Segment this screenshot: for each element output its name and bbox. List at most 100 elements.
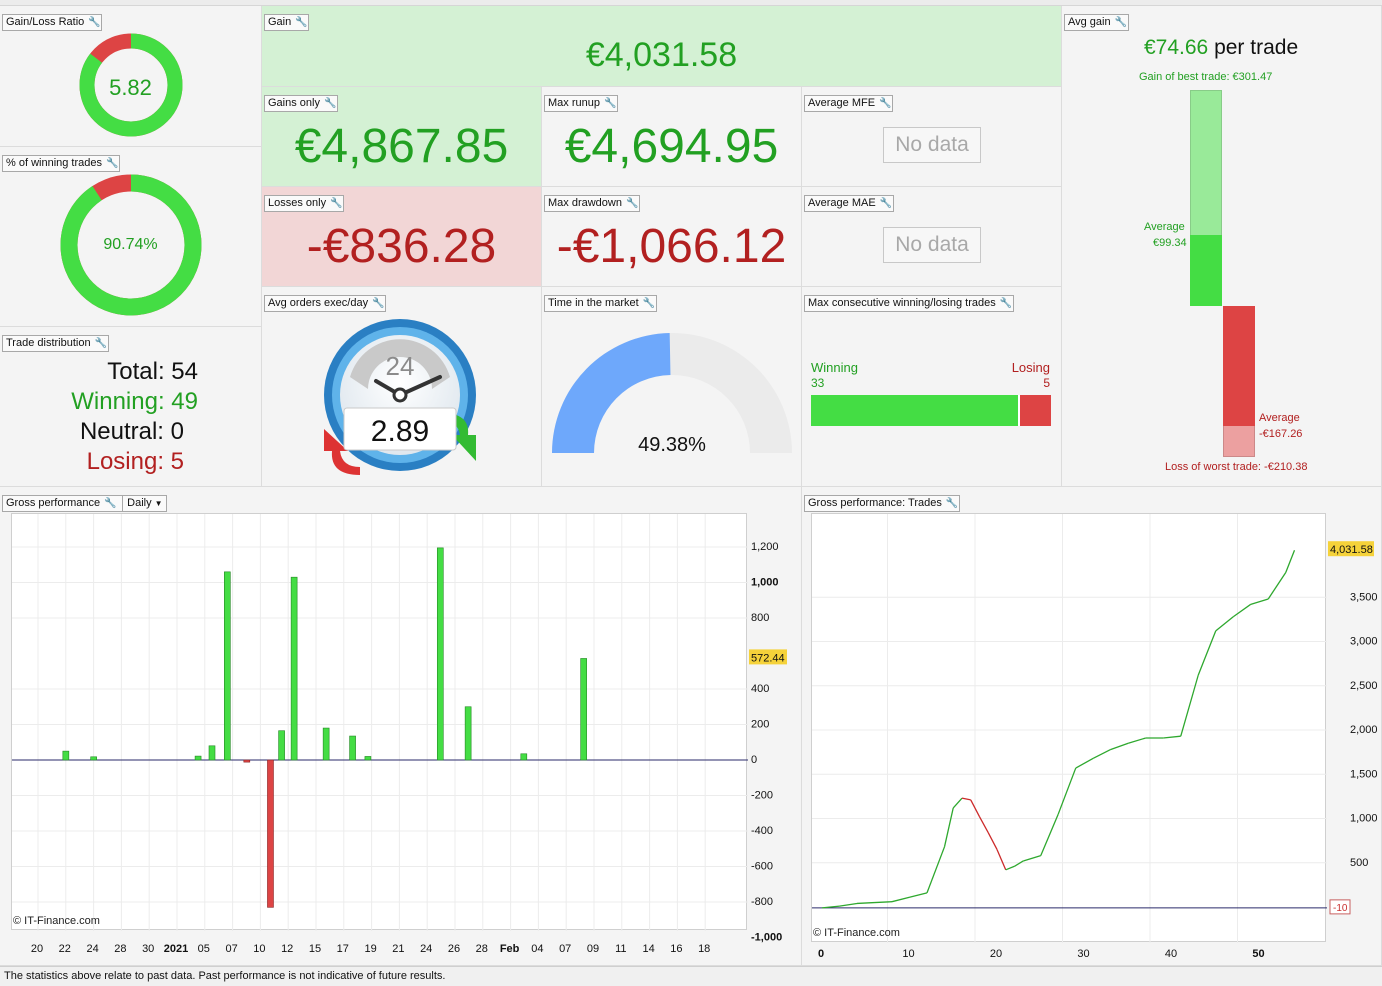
average-mae-nodata: No data: [883, 227, 981, 263]
gain-value: €4,031.58: [585, 36, 738, 74]
time-in-market-panel: Time in the market 🔧 49.38%: [542, 287, 802, 487]
max-runup-title: Max runup: [548, 97, 600, 109]
wrench-icon[interactable]: 🔧: [295, 17, 307, 28]
equity-line-segment: [1267, 572, 1287, 600]
x-tick-label: 0: [818, 948, 824, 960]
chart-bar: [267, 759, 274, 908]
avg-gain-title: Avg gain: [1068, 16, 1111, 28]
time-in-market-tag[interactable]: Time in the market 🔧: [544, 295, 657, 312]
wrench-icon[interactable]: 🔧: [104, 498, 116, 509]
gains-only-tag[interactable]: Gains only 🔧: [264, 95, 338, 112]
gain-loss-ratio-panel: Gain/Loss Ratio 🔧 5.82: [0, 6, 262, 147]
x-tick-label: 04: [531, 943, 543, 955]
wrench-icon[interactable]: 🔧: [1000, 298, 1012, 309]
period-dropdown[interactable]: Daily ▼: [122, 496, 163, 511]
winning-trades-tag[interactable]: % of winning trades 🔧: [2, 155, 120, 172]
wrench-icon[interactable]: 🔧: [604, 98, 616, 109]
y-tick-label: 400: [751, 683, 769, 695]
chart-bar: [349, 735, 356, 761]
y-tick-label: -800: [751, 896, 773, 908]
x-tick-label: 15: [309, 943, 321, 955]
chart-bar: [464, 706, 472, 761]
gain-loss-ratio-tag[interactable]: Gain/Loss Ratio 🔧: [2, 14, 103, 31]
gross-daily-panel: Gross performance 🔧 Daily ▼ © IT-Finance…: [0, 487, 802, 966]
losses-only-value: -€836.28: [306, 220, 497, 273]
wrench-icon[interactable]: 🔧: [1115, 17, 1127, 28]
x-tick-label: 17: [337, 943, 349, 955]
y-tick-label: 500: [1350, 857, 1368, 869]
y-tick-label: -600: [751, 861, 773, 873]
x-tick-label: 18: [698, 943, 710, 955]
gain-loss-ratio-title: Gain/Loss Ratio: [6, 16, 85, 28]
wrench-icon[interactable]: 🔧: [879, 98, 891, 109]
trade-distribution-tag[interactable]: Trade distribution 🔧: [2, 335, 109, 352]
gain-tag[interactable]: Gain 🔧: [264, 14, 310, 31]
equity-line-segment: [1285, 549, 1296, 573]
winning-trades-title: % of winning trades: [6, 157, 102, 169]
gain-title: Gain: [268, 16, 292, 28]
equity-line-segment: [839, 902, 858, 907]
average-win-value: €99.34: [1153, 237, 1187, 249]
gross-daily-y-axis: 1,200 1,000 800 400 200 0 -200 -400 -600 -800 -1,0…: [749, 541, 787, 943]
wrench-icon[interactable]: 🔧: [626, 198, 638, 209]
gross-trades-x-axis: 0 10 20 30 40 50: [818, 948, 1265, 960]
time-in-market-value: 49.38%: [638, 434, 706, 456]
chart-bar: [436, 547, 444, 761]
y-tick-label: 2,500: [1350, 680, 1378, 692]
wrench-icon[interactable]: 🔧: [330, 198, 342, 209]
gross-daily-tag[interactable]: Gross performance 🔧 Daily ▼: [2, 495, 167, 512]
average-mae-tag[interactable]: Average MAE 🔧: [804, 195, 894, 212]
equity-line-segment: [1040, 813, 1059, 856]
chart-bar: [364, 756, 372, 761]
avg-gain-headline: €74.66 per trade: [1144, 36, 1298, 60]
avg-orders-tag[interactable]: Avg orders exec/day 🔧: [264, 295, 387, 312]
trade-distribution-title: Trade distribution: [6, 337, 91, 349]
avg-orders-title: Avg orders exec/day: [268, 297, 369, 309]
equity-line-segment: [1250, 598, 1269, 605]
losses-only-title: Losses only: [268, 197, 327, 209]
avg-gain-headline-suffix: per trade: [1208, 36, 1299, 59]
y-tick-label: 1,000: [751, 577, 779, 589]
time-gauge: 49.38%: [552, 333, 792, 456]
wrench-icon[interactable]: 🔧: [643, 298, 655, 309]
equity-line-segment: [1215, 616, 1234, 632]
wrench-icon[interactable]: 🔧: [946, 498, 958, 509]
losing-line: Losing: 5: [86, 448, 184, 475]
gross-trades-y-axis: 3,500 3,000 2,500 2,000 1,500 1,000 500 4,031.5…: [1328, 541, 1378, 915]
equity-line-segment: [943, 807, 954, 847]
equity-line-segment: [978, 816, 989, 833]
equity-line-segment: [856, 901, 875, 905]
average-mfe-tag[interactable]: Average MFE 🔧: [804, 95, 894, 112]
equity-line-segment: [1232, 603, 1252, 618]
max-drawdown-tag[interactable]: Max drawdown 🔧: [544, 195, 640, 212]
losses-only-panel: Losses only 🔧 -€836.28: [262, 187, 542, 287]
y-tick-label: 200: [751, 719, 769, 731]
gross-daily-x-axis: 20 22 24 28 30 2021 05 07 10 12 15 17 19 21 24 26 28 Feb 0…: [31, 943, 710, 955]
average-loss-bar: [1223, 306, 1255, 426]
x-tick-label: 20: [31, 943, 43, 955]
wrench-icon[interactable]: 🔧: [88, 17, 100, 28]
max-runup-tag[interactable]: Max runup 🔧: [544, 95, 618, 112]
chart-bar: [224, 571, 231, 761]
last-value-label: 4,031.58: [1330, 544, 1373, 556]
x-tick-label: 12: [281, 943, 293, 955]
wrench-icon[interactable]: 🔧: [106, 158, 118, 169]
max-consecutive-tag[interactable]: Max consecutive winning/losing trades 🔧: [804, 295, 1014, 312]
x-tick-label: 30: [142, 943, 154, 955]
consecutive-losing-value: 5: [1043, 376, 1050, 390]
losses-only-tag[interactable]: Losses only 🔧: [264, 195, 345, 212]
equity-line-segment: [1057, 767, 1077, 815]
average-mfe-title: Average MFE: [808, 97, 876, 109]
wrench-icon[interactable]: 🔧: [324, 98, 336, 109]
wrench-icon[interactable]: 🔧: [880, 198, 892, 209]
max-drawdown-title: Max drawdown: [548, 197, 622, 209]
wrench-icon[interactable]: 🔧: [372, 298, 384, 309]
wrench-icon[interactable]: 🔧: [95, 338, 107, 349]
clock-pin: [392, 387, 408, 403]
x-tick-label: 14: [642, 943, 654, 955]
consecutive-winning-bar: [811, 395, 1018, 426]
gross-trades-tag[interactable]: Gross performance: Trades 🔧: [804, 495, 960, 512]
chart-watermark: © IT-Finance.com: [13, 915, 100, 927]
chart-bar: [243, 759, 251, 763]
avg-gain-tag[interactable]: Avg gain 🔧: [1064, 14, 1129, 31]
